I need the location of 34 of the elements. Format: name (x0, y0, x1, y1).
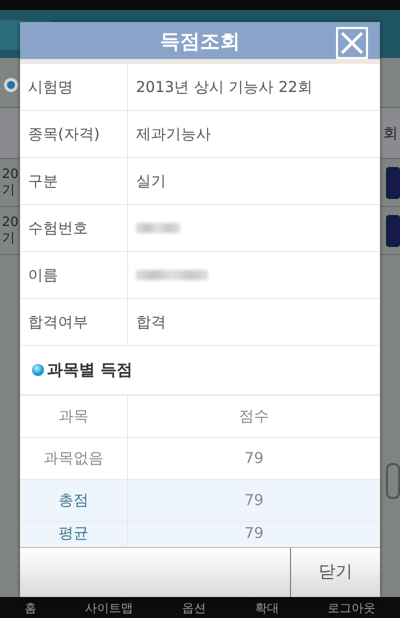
table-cell-text: 79 (244, 490, 264, 512)
field-value: 합격 (136, 312, 166, 333)
table-cell-text: 총점 (58, 490, 88, 512)
table-cell: 20 기 (2, 214, 19, 246)
bullet-icon (32, 364, 44, 376)
table-cell: 79 (244, 525, 264, 542)
table-cell-text: 79 (244, 448, 264, 470)
close-button[interactable] (336, 27, 368, 59)
field-label: 구분 (28, 170, 58, 192)
field-label: 이름 (28, 264, 58, 286)
field-label: 시험명 (28, 76, 73, 98)
radio-icon (4, 78, 18, 92)
column-header: 과목 (58, 406, 88, 428)
field-value: 제과기능사 (136, 124, 211, 145)
nav-item[interactable]: 확대 (254, 598, 279, 616)
nav-item[interactable]: 사이트맵 (85, 598, 134, 616)
table-cell: 20 기 (2, 166, 19, 198)
field-label: 종목(자격) (28, 124, 100, 145)
field-label: 합격여부 (28, 312, 88, 333)
field-value: 2013년 상시 기능사 22회 (136, 76, 313, 98)
nav-item[interactable]: 로그아웃 (328, 598, 376, 616)
field-value: 실기 (136, 170, 166, 192)
nav-item[interactable]: 옵션 (182, 598, 206, 616)
table-cell: 평균 (58, 525, 88, 542)
section-title: 과목별 득점 (47, 359, 133, 381)
nav-item[interactable]: 홈 (24, 598, 36, 616)
dialog-title: 득점조회 (160, 28, 240, 54)
row-button[interactable] (386, 214, 400, 246)
close-icon (340, 31, 364, 55)
column-header: 회 (383, 122, 398, 144)
table-cell-text: 과목없음 (44, 448, 104, 470)
column-header: 점수 (239, 406, 269, 428)
row-button[interactable] (386, 166, 400, 198)
field-label: 수험번호 (28, 218, 88, 239)
